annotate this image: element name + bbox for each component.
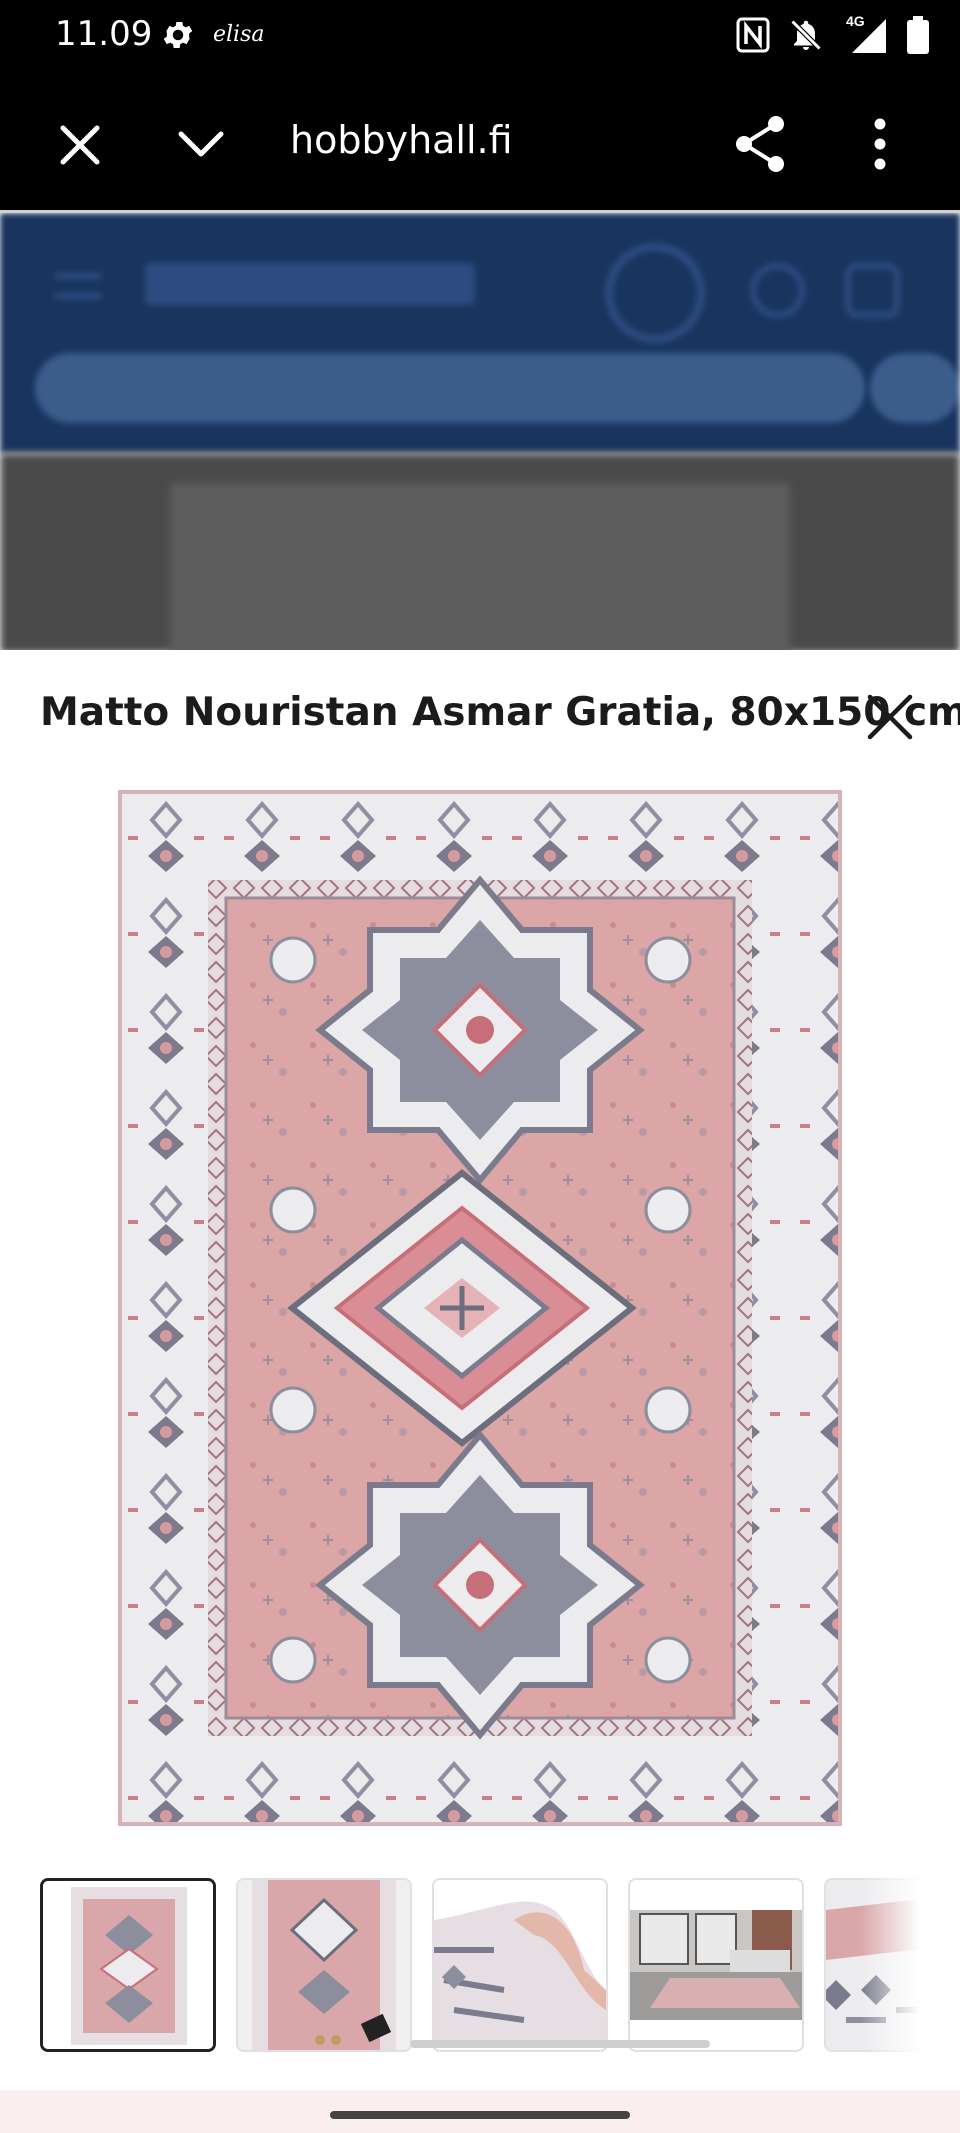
site-logo	[145, 263, 475, 305]
close-icon[interactable]	[55, 120, 105, 170]
thumbnail-strip	[40, 1878, 920, 2054]
screen: 11.09 elisa 4G hobbyhall.fi Matto Nouris…	[0, 0, 960, 2133]
chevron-down-icon[interactable]	[175, 120, 227, 170]
product-title: Matto Nouristan Asmar Gratia, 80x150 cm	[40, 690, 960, 735]
share-icon[interactable]	[732, 114, 788, 174]
thumbnail-4[interactable]	[628, 1878, 804, 2052]
page-domain[interactable]: hobbyhall.fi	[290, 118, 513, 162]
site-product-area	[0, 453, 960, 650]
site-search-field	[35, 353, 865, 423]
thumbnail-2[interactable]	[236, 1878, 412, 2052]
browser-toolbar: hobbyhall.fi	[0, 70, 960, 212]
site-account-icon	[605, 243, 705, 343]
thumbnail-1[interactable]	[40, 1878, 216, 2052]
background-site	[0, 213, 960, 650]
thumbnail-fade	[860, 1878, 920, 2054]
thumbnail-scrollbar[interactable]	[410, 2040, 710, 2048]
close-icon[interactable]	[865, 692, 915, 742]
site-favorites-icon	[750, 263, 805, 318]
site-menu-icon	[55, 273, 101, 299]
site-header	[0, 213, 960, 453]
signal-icon: 4G	[842, 13, 888, 55]
mute-bell-icon	[790, 19, 822, 51]
site-cart-icon	[845, 263, 900, 318]
site-search-button	[870, 353, 960, 423]
image-viewer-sheet: Matto Nouristan Asmar Gratia, 80x150 cm	[0, 650, 960, 2133]
carrier-logo: elisa	[213, 22, 265, 47]
nfc-icon	[736, 17, 770, 53]
status-icons: 4G	[736, 13, 930, 56]
product-main-image[interactable]	[118, 790, 842, 1826]
home-indicator[interactable]	[330, 2111, 630, 2119]
settings-gear-icon	[163, 21, 193, 49]
thumbnail-3[interactable]	[432, 1878, 608, 2052]
more-vert-icon[interactable]	[862, 116, 898, 172]
status-bar: 11.09 elisa 4G	[0, 0, 960, 70]
status-time: 11.09	[55, 14, 153, 54]
battery-icon	[907, 16, 929, 54]
site-product-image	[170, 483, 790, 650]
